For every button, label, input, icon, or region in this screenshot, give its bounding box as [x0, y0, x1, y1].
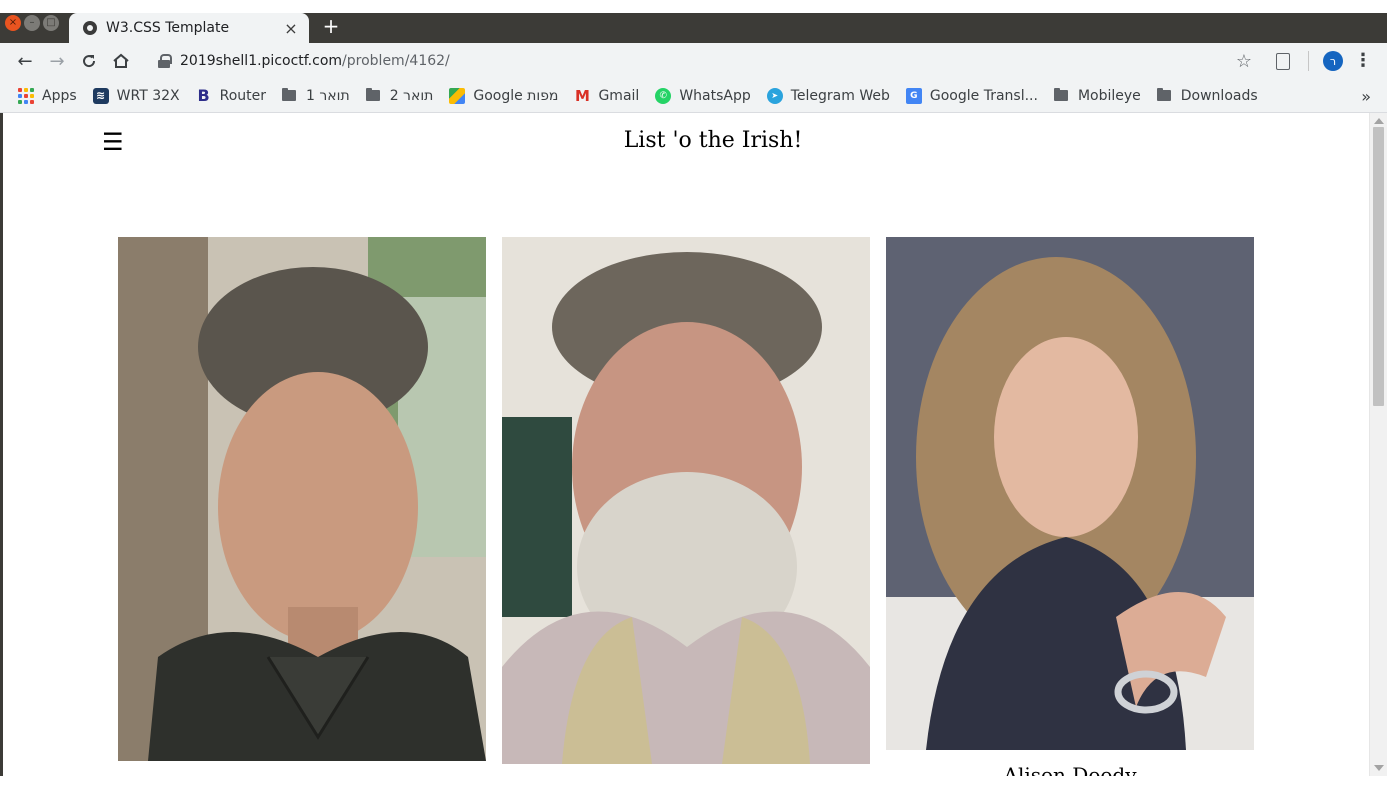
- bookmark-label: Router: [219, 87, 267, 104]
- folder-icon: [1156, 88, 1171, 101]
- person-card[interactable]: [502, 237, 870, 776]
- person-photo: [502, 237, 870, 764]
- bookmark-star-icon[interactable]: ☆: [1230, 51, 1258, 72]
- person-photo: [118, 237, 486, 761]
- bookmark-gmail[interactable]: M Gmail: [574, 86, 640, 105]
- person-name: Alison Doody: [1003, 763, 1137, 776]
- bookmark-label: Gmail: [598, 87, 640, 104]
- tab-title: W3.CSS Template: [106, 20, 230, 36]
- bookmark-label: תואר 2: [389, 87, 434, 104]
- bookmarks-overflow-icon[interactable]: »: [1361, 79, 1371, 113]
- window-maximize-icon[interactable]: □: [43, 15, 59, 31]
- new-tab-button[interactable]: +: [320, 13, 342, 39]
- reader-mode-icon[interactable]: [1276, 52, 1290, 70]
- bookmark-label: Telegram Web: [790, 87, 890, 104]
- window-bottom-edge: [0, 776, 1387, 789]
- toolbar-divider: [1308, 51, 1309, 71]
- scroll-up-arrow-icon[interactable]: [1374, 118, 1384, 124]
- bookmark-mobileye[interactable]: Mobileye: [1053, 87, 1141, 104]
- whatsapp-icon: ✆: [655, 87, 672, 104]
- bookmark-label: Google מפות: [473, 87, 559, 104]
- bookmark-label: תואר 1: [306, 87, 350, 104]
- bookmark-router[interactable]: B Router: [196, 86, 267, 105]
- url-path: /problem/4162/: [342, 53, 450, 69]
- page-viewport: ☰ List 'o the Irish! Alison Doody: [3, 113, 1369, 776]
- bookmarks-bar: Apps ≋ WRT 32X B Router תואר 1 תואר 2 Go…: [0, 79, 1387, 113]
- scroll-down-arrow-icon[interactable]: [1374, 765, 1384, 771]
- bookmark-wrt32x[interactable]: ≋ WRT 32X: [92, 87, 180, 104]
- bookmark-label: Mobileye: [1077, 87, 1141, 104]
- forward-arrow-icon[interactable]: →: [41, 47, 73, 75]
- bookmark-label: Downloads: [1180, 87, 1258, 104]
- folder-icon: [1053, 88, 1068, 101]
- back-arrow-icon[interactable]: ←: [9, 47, 41, 75]
- bookmark-google-translate[interactable]: G Google Transl...: [905, 87, 1038, 104]
- telegram-icon: ➤: [766, 87, 783, 104]
- tab-close-icon[interactable]: ×: [281, 19, 301, 38]
- browser-toolbar: ← → 2019shell1.picoctf.com/problem/4162/…: [0, 43, 1387, 79]
- home-icon[interactable]: [105, 47, 137, 75]
- person-photo: [886, 237, 1254, 750]
- bookmark-whatsapp[interactable]: ✆ WhatsApp: [655, 87, 751, 104]
- folder-icon: [365, 88, 380, 101]
- bookmark-folder-1[interactable]: תואר 1: [282, 88, 350, 104]
- wifi-router-icon: ≋: [92, 87, 109, 104]
- bookmark-downloads[interactable]: Downloads: [1156, 87, 1258, 104]
- folder-icon: [282, 88, 297, 101]
- router-logo-icon: B: [197, 86, 210, 105]
- browser-tab[interactable]: W3.CSS Template ×: [69, 13, 309, 43]
- gmail-icon: M: [574, 86, 590, 105]
- bookmark-label: WRT 32X: [116, 87, 180, 104]
- bookmark-telegram[interactable]: ➤ Telegram Web: [766, 87, 890, 104]
- bookmark-label: Google Transl...: [929, 87, 1038, 104]
- address-bar[interactable]: 2019shell1.picoctf.com/problem/4162/: [146, 47, 1376, 75]
- url-host: 2019shell1.picoctf.com: [180, 53, 343, 69]
- bookmark-google-maps[interactable]: Google מפות: [449, 87, 559, 104]
- apps-grid-icon: [18, 87, 34, 104]
- reload-icon[interactable]: [73, 47, 105, 75]
- toolbar-actions: ☆ ר ⋮: [1230, 47, 1373, 75]
- menu-kebab-icon[interactable]: ⋮: [1353, 52, 1373, 70]
- window-minimize-icon[interactable]: –: [24, 15, 40, 31]
- bookmark-label: WhatsApp: [679, 87, 751, 104]
- globe-icon: [83, 21, 97, 35]
- google-translate-icon: G: [905, 87, 922, 104]
- bookmark-apps[interactable]: Apps: [18, 87, 77, 104]
- window-controls: × – □: [5, 15, 59, 33]
- profile-avatar[interactable]: ר: [1323, 51, 1343, 71]
- google-maps-icon: [449, 87, 466, 104]
- bookmark-folder-2[interactable]: תואר 2: [365, 87, 434, 104]
- person-card[interactable]: [118, 237, 486, 774]
- window-close-icon[interactable]: ×: [5, 15, 21, 31]
- page-title: List 'o the Irish!: [623, 128, 803, 153]
- page-scrollbar[interactable]: [1369, 113, 1387, 776]
- person-card[interactable]: Alison Doody: [886, 237, 1254, 776]
- lock-icon: [158, 54, 172, 68]
- scrollbar-thumb[interactable]: [1373, 127, 1384, 406]
- bookmark-label: Apps: [42, 87, 77, 104]
